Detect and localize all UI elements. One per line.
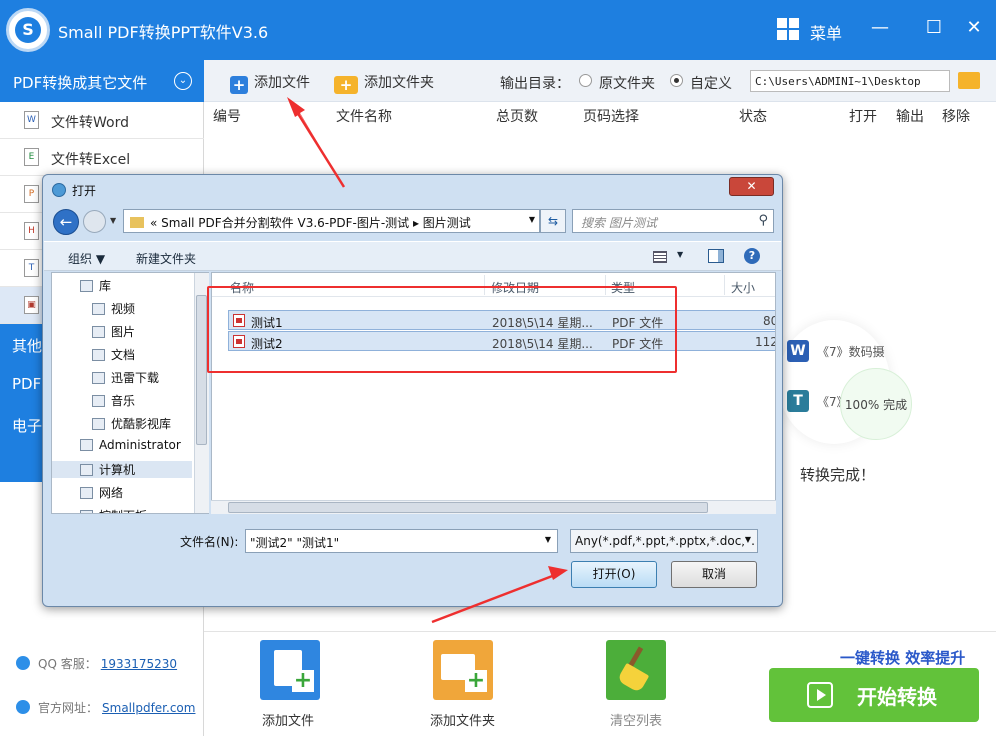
arrow-to-open-button — [431, 573, 556, 624]
annotation-arrows — [287, 97, 568, 624]
